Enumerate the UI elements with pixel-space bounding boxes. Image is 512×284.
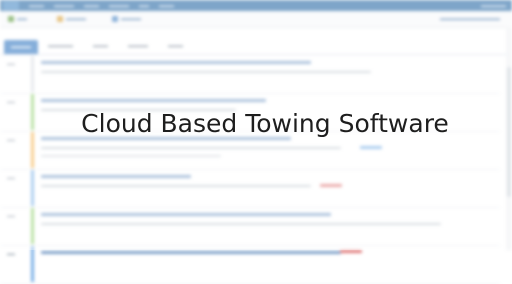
row-number: ▬▬ (7, 251, 15, 256)
list-item[interactable]: ▬▬ (0, 246, 500, 284)
row-address (41, 251, 341, 254)
status-tag (340, 250, 362, 253)
headline: Cloud Based Towing Software (81, 109, 449, 138)
status-stripe (31, 246, 34, 282)
